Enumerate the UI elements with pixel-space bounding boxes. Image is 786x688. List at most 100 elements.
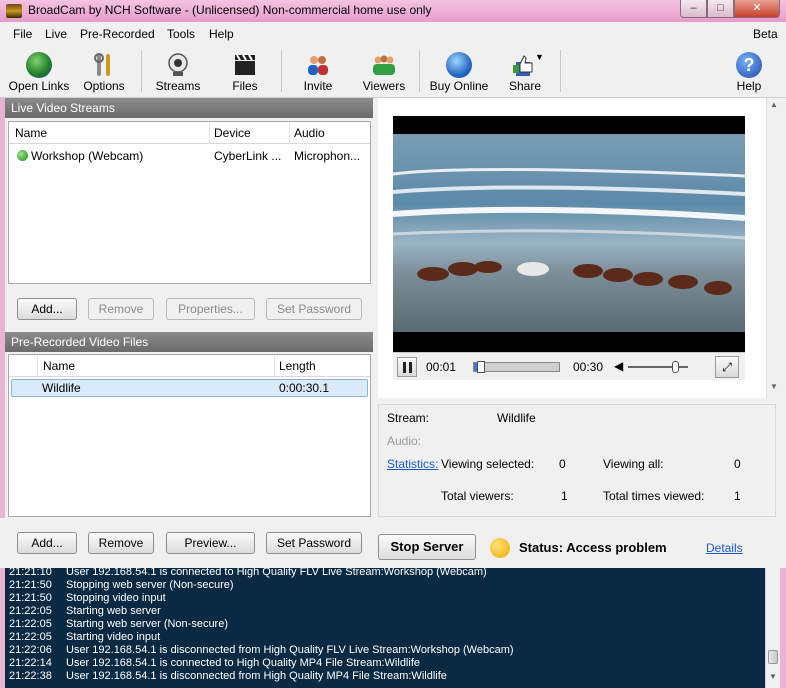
video-frame (393, 134, 745, 332)
total-time: 00:30 (573, 360, 604, 374)
wrench-options-icon (91, 52, 117, 78)
prerecorded-column-header: Name Length (9, 355, 370, 377)
column-length[interactable]: Length (279, 359, 316, 373)
log-row: 21:22:05 Starting web server (9, 605, 161, 618)
live-add-button[interactable]: Add... (17, 298, 77, 320)
log-time: 21:21:50 (9, 592, 52, 604)
log-message: Starting web server (Non-secure) (66, 618, 229, 630)
log-message: Stopping video input (66, 592, 166, 604)
file-set-password-button[interactable]: Set Password (266, 532, 362, 554)
file-preview-button[interactable]: Preview... (166, 532, 255, 554)
live-properties-button[interactable]: Properties... (166, 298, 255, 320)
volume-speaker-icon[interactable]: ◀ (614, 359, 623, 373)
log-message: User 192.168.54.1 is connected to High Q… (66, 657, 420, 669)
scroll-down-arrow-icon[interactable]: ▼ (770, 382, 778, 391)
preview-scrollbar[interactable]: ▲ ▼ (766, 98, 781, 398)
bottom-controls: Add... Remove Preview... Set Password St… (0, 518, 786, 568)
menu-pre-recorded[interactable]: Pre-Recorded (80, 27, 155, 41)
menu-bar: File Live Pre-Recorded Tools Help Beta (0, 22, 786, 46)
close-button[interactable]: ✕ (734, 0, 780, 18)
log-scroll-thumb[interactable] (768, 650, 778, 664)
menu-file[interactable]: File (13, 27, 32, 41)
pause-icon (409, 362, 412, 373)
viewers-button[interactable]: Viewers (358, 46, 410, 96)
live-set-password-button[interactable]: Set Password (266, 298, 362, 320)
files-button[interactable]: Files (220, 46, 270, 96)
prerecorded-header: Pre-Recorded Video Files (5, 332, 373, 352)
pause-button[interactable] (397, 357, 417, 377)
stream-value: Wildlife (497, 411, 536, 425)
table-row-selected[interactable]: Wildlife 0:00:30.1 (11, 379, 368, 397)
status-indicator-icon (490, 538, 510, 558)
column-divider[interactable] (274, 355, 275, 376)
scroll-down-arrow-icon[interactable]: ▼ (769, 672, 777, 681)
log-row: 21:22:05 Starting video input (9, 631, 160, 644)
maximize-button[interactable]: □ (707, 0, 734, 18)
buy-online-button[interactable]: Buy Online (426, 46, 492, 96)
invite-button[interactable]: Invite (292, 46, 344, 96)
share-label: Share (508, 79, 542, 93)
log-scrollbar[interactable]: ▼ (765, 568, 780, 688)
menu-live[interactable]: Live (45, 27, 67, 41)
log-message: Starting web server (66, 605, 161, 617)
stop-server-button[interactable]: Stop Server (378, 534, 476, 560)
options-button[interactable]: Options (78, 46, 130, 96)
audio-label: Audio: (387, 434, 422, 448)
log-time: 21:22:05 (9, 631, 52, 643)
webcam-icon (165, 52, 191, 78)
toolbar-separator (141, 50, 142, 92)
menu-tools[interactable]: Tools (167, 27, 195, 41)
column-divider[interactable] (289, 122, 290, 143)
column-name[interactable]: Name (43, 359, 75, 373)
file-remove-button[interactable]: Remove (88, 532, 154, 554)
viewing-all-label: Viewing all: (603, 457, 664, 471)
event-log[interactable]: 21:21:10 User 192.168.54.1 is connected t… (5, 568, 765, 688)
log-row: 21:22:05 Starting web server (Non-secure) (9, 618, 228, 631)
live-remove-button[interactable]: Remove (88, 298, 154, 320)
broadcam-app-icon (6, 4, 22, 18)
total-viewers-label: Total viewers: (441, 489, 514, 503)
log-row: 21:22:38 User 192.168.54.1 is disconnecte… (9, 670, 447, 683)
statistics-link[interactable]: Statistics: (387, 457, 438, 471)
table-row[interactable]: Workshop (Webcam) CyberLink ... Micropho… (9, 147, 370, 165)
help-question-icon: ? (736, 52, 762, 78)
column-divider[interactable] (209, 122, 210, 143)
volume-slider[interactable] (628, 361, 688, 373)
column-divider[interactable] (37, 355, 38, 376)
details-link[interactable]: Details (706, 541, 743, 555)
log-row: 21:21:50 Stopping web server (Non-secure) (9, 579, 234, 592)
volume-thumb[interactable] (672, 361, 679, 373)
streams-button[interactable]: Streams (150, 46, 206, 96)
file-name: Wildlife (42, 381, 81, 395)
prerecorded-list[interactable]: Name Length Wildlife 0:00:30.1 (8, 354, 371, 517)
files-label: Files (232, 79, 258, 93)
minimize-button[interactable]: – (680, 0, 707, 18)
open-links-button[interactable]: Open Links (4, 46, 74, 96)
seek-bar[interactable] (473, 361, 560, 373)
viewing-selected-label: Viewing selected: (441, 457, 535, 471)
seek-thumb[interactable] (477, 361, 485, 373)
toolbar-separator (281, 50, 282, 92)
log-row: 21:22:14 User 192.168.54.1 is connected t… (9, 657, 420, 670)
invite-label: Invite (303, 79, 333, 93)
title-bar: BroadCam by NCH Software - (Unlicensed) … (0, 0, 786, 22)
column-device[interactable]: Device (214, 126, 251, 140)
stream-device: CyberLink ... (214, 149, 282, 163)
file-add-button[interactable]: Add... (17, 532, 77, 554)
share-dropdown-arrow-icon[interactable]: ▼ (535, 52, 544, 62)
help-button[interactable]: ? Help (730, 46, 768, 96)
video-player[interactable]: 00:01 00:30 ◀ ⤢ (393, 116, 745, 380)
log-time: 21:22:05 (9, 618, 52, 630)
live-streams-list[interactable]: Name Device Audio Workshop (Webcam) Cybe… (8, 121, 371, 284)
menu-help[interactable]: Help (209, 27, 234, 41)
share-button[interactable]: ▼ Share (500, 46, 550, 96)
window-title: BroadCam by NCH Software - (Unlicensed) … (28, 3, 432, 17)
column-audio[interactable]: Audio (294, 126, 325, 140)
file-length: 0:00:30.1 (279, 381, 330, 395)
options-label: Options (83, 79, 125, 93)
fullscreen-icon[interactable]: ⤢ (715, 356, 739, 378)
column-name[interactable]: Name (15, 126, 47, 140)
scroll-up-arrow-icon[interactable]: ▲ (770, 100, 778, 109)
help-label: Help (736, 79, 762, 93)
viewing-selected-value: 0 (559, 457, 566, 471)
